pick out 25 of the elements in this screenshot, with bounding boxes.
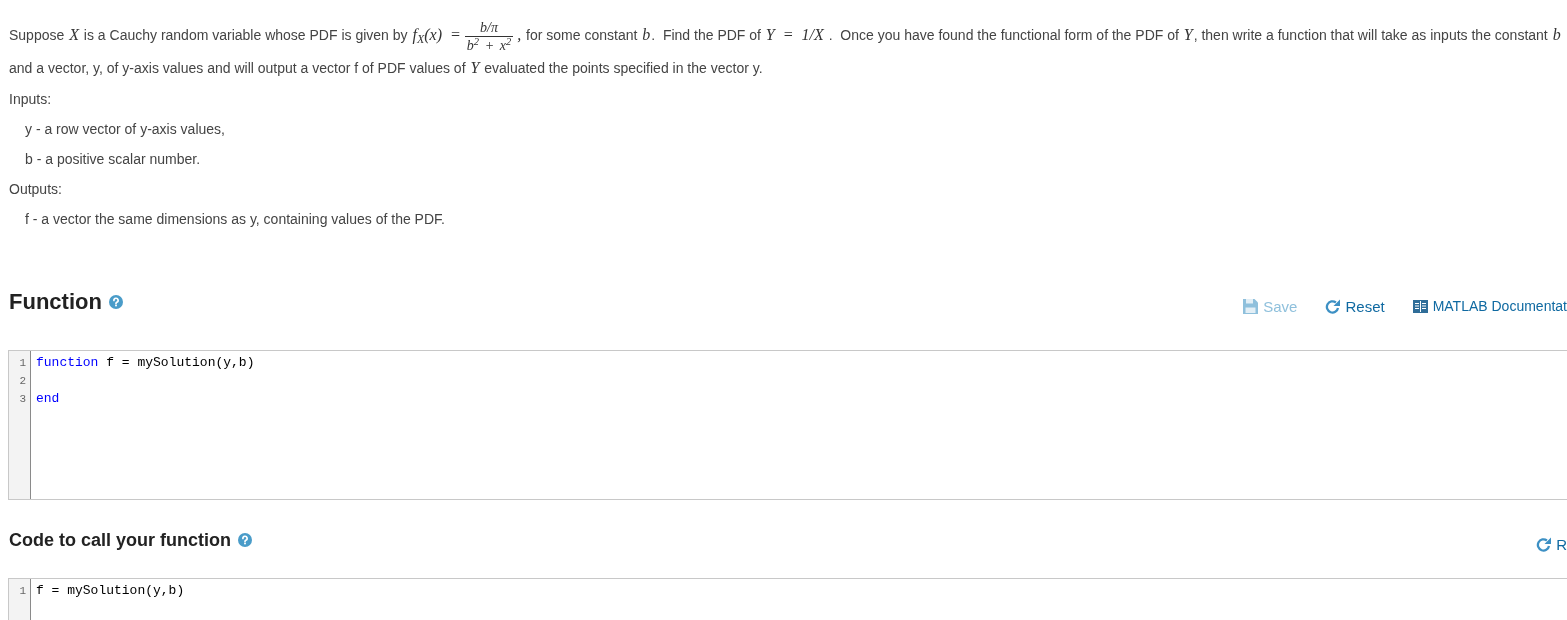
input-description: y - a row vector of y-axis values, (24, 119, 226, 139)
outputs-label: Outputs: (9, 179, 63, 199)
refresh-icon (1325, 299, 1341, 315)
line-number: 3 (18, 391, 27, 407)
line-number: 1 (18, 355, 27, 371)
code-line: end (36, 389, 61, 408)
inputs-label: Inputs: (9, 89, 53, 109)
output-description: f - a vector the same dimensions as y, containing values of the PDF. (24, 209, 446, 229)
code-line: f = mySolution(y,b) (36, 581, 186, 600)
problem-statement: Suppose X is a Cauchy random variable whose PDF is given by f$_{X}$(x) = b/π b$^{2}$ + x$^{2}$ , for some constant b. Find the PDF of Y = 1/X . Once you have found the functional form of the PDF of Y, then write a function that will take as inputs the constant b and a vector, y, of y-axis values and will output a vector f of PDF values of Y evaluated the points specified in the vector y. (9, 19, 1562, 78)
section-heading: Function (9, 287, 102, 316)
book-icon (1412, 300, 1428, 314)
line-number: 1 (18, 583, 27, 599)
input-description: b - a positive scalar number. (24, 149, 202, 169)
code-editor[interactable]: 1 2 3 function f = mySolution(y,b) end (8, 349, 1567, 500)
refresh-icon (1536, 537, 1552, 553)
code-editor[interactable]: 1 f = mySolution(y,b) (8, 577, 1567, 620)
reset-button[interactable]: Reset (1325, 295, 1385, 319)
line-number: 2 (18, 373, 27, 389)
code-line: function f = mySolution(y,b) (36, 353, 256, 372)
help-icon[interactable] (238, 532, 252, 547)
section-heading: Code to call your function (9, 528, 231, 552)
help-icon[interactable] (108, 294, 123, 309)
documentation-link[interactable]: MATLAB Documentat (1412, 296, 1567, 318)
reset-button[interactable]: R (1536, 533, 1567, 557)
